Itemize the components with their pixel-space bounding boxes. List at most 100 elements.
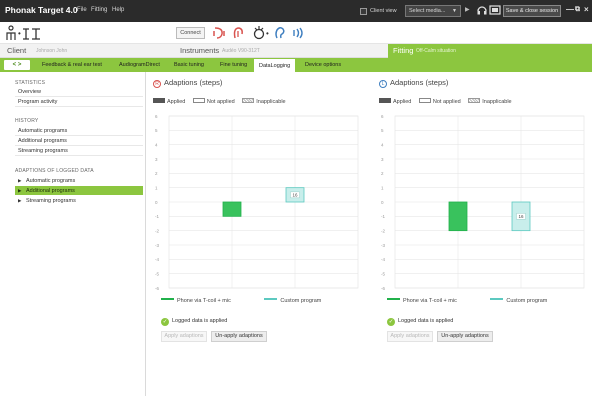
instruments-model: Audéo V90-312T xyxy=(222,48,260,54)
tab-scroll-arrows[interactable]: < > xyxy=(4,60,30,70)
series-name-phone: Phone via T-coil + mic xyxy=(403,298,457,304)
connect-button[interactable]: Connect xyxy=(176,27,205,39)
remote-accessory-icon[interactable]: • xyxy=(252,26,272,40)
sidebar-item-adaptions-streaming[interactable]: ▶ Streaming programs xyxy=(15,196,143,205)
menu-help[interactable]: Help xyxy=(112,7,124,13)
datalogging-sidebar: STATISTICS Overview Program activity HIS… xyxy=(0,72,146,396)
sidebar-item-label: Additional programs xyxy=(26,188,75,194)
history-heading: HISTORY xyxy=(15,118,39,124)
y-tick-label: -6 xyxy=(381,286,385,291)
y-tick-label: 3 xyxy=(155,157,158,162)
sidebar-item-adaptions-additional[interactable]: ▶ Additional programs xyxy=(15,186,143,195)
series-line-swatch xyxy=(161,298,174,300)
y-tick-label: 5 xyxy=(155,128,158,133)
applied-legend: Applied Not applied Inapplicable xyxy=(379,98,518,106)
adaptions-heading: ADAPTIONS OF LOGGED DATA xyxy=(15,168,94,174)
adaptions-chart-right: 6 5 4 3 2 1 0 -1 -2 -3 -4 -5 -6 16 xyxy=(155,114,359,291)
menu-file[interactable]: File xyxy=(77,7,87,13)
y-tick-label: 2 xyxy=(381,171,384,176)
tab-basic-tuning[interactable]: Basic tuning xyxy=(169,58,209,72)
series-line-swatch xyxy=(490,298,504,300)
panel-title-left: L Adaptions (steps) xyxy=(379,78,448,88)
adaptions-panel-right: R Adaptions (steps) Applied Not applied I… xyxy=(153,78,373,348)
legend-applied: Applied xyxy=(393,99,412,105)
tab-audiogramdirect[interactable]: AudiogramDirect xyxy=(114,58,165,72)
y-tick-label: 5 xyxy=(381,128,384,133)
legend-applied: Applied xyxy=(167,99,186,105)
instruments-title: Instruments xyxy=(180,46,220,55)
client-view-label: Client view xyxy=(370,8,397,14)
logged-data-status: ✓ Logged data is applied xyxy=(387,318,453,326)
save-close-session-button[interactable]: Save & close session xyxy=(503,5,561,17)
svg-text:•: • xyxy=(18,29,21,38)
sidebar-item-history-automatic[interactable]: Automatic programs xyxy=(15,127,143,136)
adaption-bar xyxy=(222,201,242,217)
svg-text:•: • xyxy=(266,29,269,38)
y-tick-label: 1 xyxy=(155,185,158,190)
y-tick-label: 4 xyxy=(155,142,158,147)
restore-icon[interactable]: ⧉ xyxy=(575,6,580,14)
hearing-aid-right-icon[interactable] xyxy=(231,26,245,40)
panel-title-text: Adaptions (steps) xyxy=(164,78,223,87)
right-side-marker: R xyxy=(153,80,161,88)
y-tick-label: 2 xyxy=(155,171,158,176)
tab-fine-tuning[interactable]: Fine tuning xyxy=(215,58,252,72)
y-tick-label: 6 xyxy=(381,114,384,119)
y-tick-label: -5 xyxy=(381,271,385,276)
unapply-adaptions-button[interactable]: Un-apply adaptions xyxy=(211,331,267,342)
bar-data-label: 16 xyxy=(292,192,298,197)
check-icon: ✓ xyxy=(161,318,169,326)
left-side-marker: L xyxy=(379,80,387,88)
hearing-aid-left-icon[interactable] xyxy=(212,26,226,40)
apply-adaptions-button[interactable]: Apply adaptions xyxy=(161,331,207,342)
app-title: Phonak Target 4.0 xyxy=(5,5,78,15)
legend-not-applied: Not applied xyxy=(432,99,461,105)
logged-data-status: ✓ Logged data is applied xyxy=(161,318,227,326)
client-view-checkbox[interactable] xyxy=(360,8,367,15)
y-tick-label: -4 xyxy=(381,257,385,262)
check-icon: ✓ xyxy=(387,318,395,326)
sidebar-item-overview[interactable]: Overview xyxy=(15,88,143,97)
tv-icon[interactable] xyxy=(489,4,501,17)
menu-fitting[interactable]: Fitting xyxy=(91,7,107,13)
statistics-heading: STATISTICS xyxy=(15,80,46,86)
adaptions-chart-left: 6 5 4 3 2 1 0 -1 -2 -3 -4 -5 -6 16 xyxy=(381,114,585,291)
ear-icon[interactable] xyxy=(273,26,287,40)
series-line-swatch xyxy=(387,298,400,300)
fitting-program: Off-Calm situation xyxy=(416,48,456,54)
close-icon[interactable]: × xyxy=(584,5,589,14)
tab-feedback-real-ear-test[interactable]: Feedback & real ear test xyxy=(37,58,107,72)
sidebar-item-history-streaming[interactable]: Streaming programs xyxy=(15,147,143,156)
applied-legend: Applied Not applied Inapplicable xyxy=(153,98,292,106)
fitting-section[interactable]: Fitting Off-Calm situation xyxy=(388,44,592,58)
header-toolbar: • Connect • xyxy=(0,22,592,66)
play-icon[interactable]: ▶ xyxy=(465,6,470,13)
sidebar-item-label: Automatic programs xyxy=(26,178,76,184)
apply-adaptions-button[interactable]: Apply adaptions xyxy=(387,331,433,342)
sidebar-item-adaptions-automatic[interactable]: ▶ Automatic programs xyxy=(15,176,143,185)
headset-icon[interactable] xyxy=(476,4,488,17)
minimize-icon[interactable]: — xyxy=(566,5,574,14)
unapply-adaptions-button[interactable]: Un-apply adaptions xyxy=(437,331,493,342)
tab-datalogging[interactable]: DataLogging xyxy=(254,58,296,72)
series-name-custom: Custom program xyxy=(280,298,322,304)
y-tick-label: -6 xyxy=(155,286,159,291)
y-tick-label: -1 xyxy=(155,214,159,219)
select-media-dropdown[interactable]: Select media... ▼ xyxy=(405,5,461,17)
y-tick-label: -2 xyxy=(155,228,159,233)
logged-data-text: Logged data is applied xyxy=(172,318,228,324)
series-line-swatch xyxy=(264,298,278,300)
tab-device-options[interactable]: Device options xyxy=(300,58,346,72)
legend-not-applied: Not applied xyxy=(206,99,235,105)
title-bar: Phonak Target 4.0 File Fitting Help Clie… xyxy=(0,0,592,22)
app-window: Phonak Target 4.0 File Fitting Help Clie… xyxy=(0,0,592,396)
y-tick-label: 3 xyxy=(381,157,384,162)
y-tick-label: 0 xyxy=(381,200,384,205)
fitting-title: Fitting xyxy=(393,46,414,55)
client-people-icon[interactable]: • xyxy=(6,25,42,41)
sidebar-item-program-activity[interactable]: Program activity xyxy=(15,98,143,107)
not-applied-swatch xyxy=(418,98,431,103)
sidebar-item-history-additional[interactable]: Additional programs xyxy=(15,137,143,146)
y-tick-label: -1 xyxy=(381,214,385,219)
sound-waves-icon[interactable] xyxy=(291,26,307,40)
